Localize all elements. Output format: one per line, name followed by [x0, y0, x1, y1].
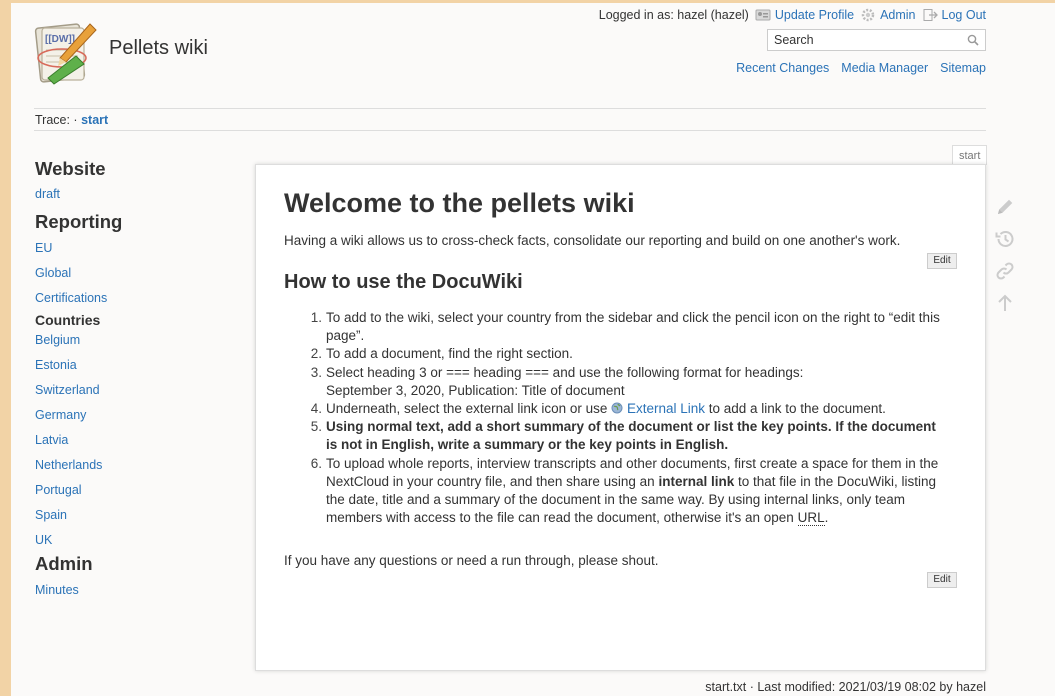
sidebar-heading-reporting: Reporting — [35, 211, 123, 232]
site-tools: Recent Changes Media Manager Sitemap — [736, 61, 986, 75]
search-box — [767, 29, 986, 51]
globe-icon — [611, 401, 623, 414]
external-link[interactable]: External Link — [627, 401, 705, 416]
intro-paragraph: Having a wiki allows us to cross-check f… — [284, 233, 901, 248]
log-out-label: Log Out — [941, 8, 986, 22]
list-number: 4. — [310, 401, 322, 417]
list-text: members with access to the file can read… — [326, 510, 798, 526]
dokuwiki-logo[interactable]: [[DW]] — [32, 18, 100, 90]
list-text: NextCloud in your country file, and then… — [326, 473, 659, 489]
sidebar-item-global[interactable]: Global — [35, 266, 235, 280]
list-number: 1. — [310, 310, 322, 325]
search-icon[interactable] — [967, 34, 979, 46]
admin-label: Admin — [880, 8, 916, 22]
list-text-bold: is not in English, write a summary or th… — [326, 437, 729, 453]
list-item: 6. To upload whole reports, interview tr… — [284, 455, 954, 528]
link-icon[interactable] — [994, 260, 1016, 282]
list-text: Underneath, select the external link ico… — [326, 401, 612, 417]
list-number: 5. — [310, 419, 322, 435]
sidebar-item-estonia[interactable]: Estonia — [35, 358, 235, 372]
arrow-up-icon[interactable] — [994, 292, 1016, 314]
pencil-icon[interactable] — [994, 196, 1016, 218]
recent-changes-link[interactable]: Recent Changes — [736, 61, 829, 75]
instructions-list: 1. To add to the wiki, select your count… — [284, 309, 954, 527]
sidebar-item-minutes[interactable]: Minutes — [35, 583, 235, 597]
list-text: September 3, 2020, Publication: Title of… — [326, 382, 625, 398]
sidebar-item-certifications[interactable]: Certifications — [35, 291, 235, 305]
closing-paragraph: If you have any questions or need a run … — [284, 553, 659, 568]
list-item: 5. Using normal text, add a short summar… — [284, 418, 954, 454]
search-input[interactable] — [768, 30, 958, 50]
history-icon[interactable] — [994, 228, 1016, 250]
edit-section-button-2[interactable]: Edit — [927, 572, 957, 588]
window-frame-left — [0, 0, 11, 696]
update-profile-link[interactable]: Update Profile — [755, 8, 854, 22]
sidebar-item-spain[interactable]: Spain — [35, 508, 235, 522]
breadcrumb-label: Trace: · — [35, 113, 78, 127]
sidebar-item-latvia[interactable]: Latvia — [35, 433, 235, 447]
user-bar: Logged in as: hazel (hazel) Update Profi… — [599, 8, 986, 22]
list-number: 6. — [310, 455, 322, 471]
page-content: Welcome to the pellets wiki Having a wik… — [255, 164, 986, 671]
sidebar-heading-countries: Countries — [35, 312, 101, 328]
edit-section-button-1[interactable]: Edit — [927, 253, 957, 269]
sidebar-heading-admin: Admin — [35, 553, 93, 574]
list-text: to add a link to the document. — [704, 401, 886, 417]
media-manager-link[interactable]: Media Manager — [841, 61, 928, 75]
list-text: To upload whole reports, interview trans… — [326, 455, 939, 471]
url-abbreviation: URL — [797, 510, 825, 527]
sidebar: Website draft Reporting EU Global Certif… — [35, 158, 235, 597]
page-id-tab: start — [952, 145, 988, 165]
list-number: 2. — [310, 346, 322, 362]
site-title[interactable]: Pellets wiki — [109, 37, 208, 60]
logo-text: [[DW]] — [45, 34, 75, 45]
sidebar-item-uk[interactable]: UK — [35, 533, 235, 547]
list-text: the date, title and a summary of the doc… — [326, 492, 906, 508]
sidebar-item-netherlands[interactable]: Netherlands — [35, 458, 235, 472]
log-out-link[interactable]: Log Out — [922, 8, 986, 22]
page-footer: start.txt · Last modified: 2021/03/19 08… — [705, 680, 986, 694]
list-text: to that file in the DocuWiki, listing — [734, 473, 937, 489]
update-profile-label: Update Profile — [774, 8, 855, 22]
list-text: To add to the wiki, select your country … — [326, 310, 940, 325]
breadcrumb-start-link[interactable]: start — [81, 113, 108, 127]
sidebar-heading-website: Website — [35, 158, 106, 179]
window-frame-top — [0, 0, 1055, 3]
list-text: . — [824, 510, 829, 526]
sidebar-item-draft[interactable]: draft — [35, 187, 235, 201]
list-item: 2. To add a document, find the right sec… — [284, 345, 954, 363]
gear-icon — [860, 8, 876, 22]
logout-icon — [922, 8, 938, 22]
sidebar-item-portugal[interactable]: Portugal — [35, 483, 235, 497]
section-heading: How to use the DocuWiki — [284, 271, 523, 293]
id-card-icon — [755, 8, 771, 22]
page-tools — [994, 196, 1016, 324]
sitemap-link[interactable]: Sitemap — [940, 61, 986, 75]
admin-link[interactable]: Admin — [860, 8, 916, 22]
sidebar-item-germany[interactable]: Germany — [35, 408, 235, 422]
internal-link-term: internal link — [658, 473, 735, 489]
list-text: page”. — [326, 328, 365, 344]
list-number: 3. — [310, 364, 322, 380]
list-text-bold: Using normal text, add a short summary o… — [326, 419, 936, 435]
logged-in-text: Logged in as: hazel (hazel) — [598, 8, 749, 22]
list-item: 3. Select heading 3 or === heading === a… — [284, 364, 954, 400]
page-title: Welcome to the pellets wiki — [284, 188, 635, 218]
list-item: 4. Underneath, select the external link … — [284, 400, 954, 418]
sidebar-item-eu[interactable]: EU — [35, 241, 235, 255]
breadcrumb-divider — [34, 130, 986, 131]
sidebar-item-belgium[interactable]: Belgium — [35, 333, 235, 347]
list-item: 1. To add to the wiki, select your count… — [284, 309, 954, 345]
list-text: Select heading 3 or === heading === and … — [326, 364, 804, 380]
header-divider — [34, 108, 986, 109]
sidebar-item-switzerland[interactable]: Switzerland — [35, 383, 235, 397]
list-text: To add a document, find the right sectio… — [326, 346, 573, 362]
breadcrumb: Trace: · start — [35, 113, 108, 127]
